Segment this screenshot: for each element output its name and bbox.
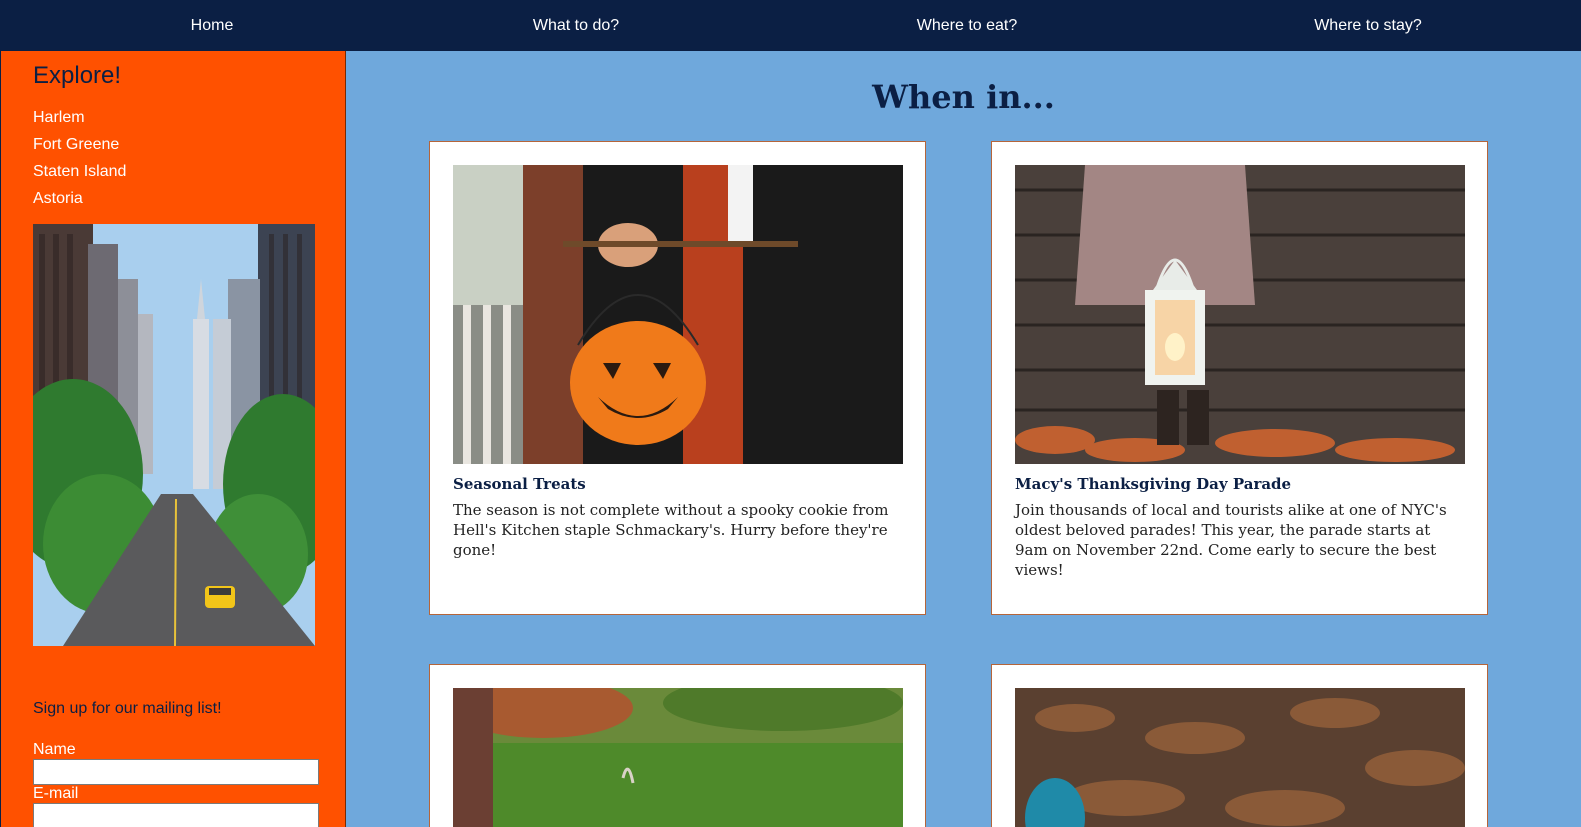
- sidebar: Explore! Harlem Fort Greene Staten Islan…: [0, 51, 346, 827]
- name-field[interactable]: [33, 759, 319, 785]
- card-title: Seasonal Treats: [453, 475, 586, 493]
- nav-what-to-do[interactable]: What to do?: [533, 0, 619, 51]
- city-street-photo: [33, 224, 315, 646]
- nav-where-to-stay[interactable]: Where to stay?: [1314, 0, 1422, 51]
- halloween-pumpkin-bucket-photo: [453, 165, 903, 464]
- card-text: The season is not complete without a spo…: [453, 501, 889, 559]
- card-thanksgiving-parade: Macy's Thanksgiving Day Parade Join thou…: [991, 141, 1488, 615]
- card-park: [429, 664, 926, 827]
- sidebar-link-staten-island[interactable]: Staten Island: [33, 162, 126, 189]
- email-label: E-mail: [33, 785, 79, 802]
- sidebar-link-astoria[interactable]: Astoria: [33, 189, 126, 216]
- card-leaves: [991, 664, 1488, 827]
- park-grass-photo: [453, 688, 903, 827]
- nav-where-to-eat[interactable]: Where to eat?: [917, 0, 1018, 51]
- card-title: Macy's Thanksgiving Day Parade: [1015, 475, 1292, 493]
- fallen-leaves-photo: [1015, 688, 1465, 827]
- name-label: Name: [33, 741, 76, 758]
- sidebar-link-fort-greene[interactable]: Fort Greene: [33, 135, 126, 162]
- top-nav: Home What to do? Where to eat? Where to …: [0, 0, 1581, 51]
- signup-heading: Sign up for our mailing list!: [33, 700, 222, 717]
- sidebar-link-harlem[interactable]: Harlem: [33, 108, 126, 135]
- email-field[interactable]: [33, 803, 319, 827]
- card-text: Join thousands of local and tourists ali…: [1015, 501, 1447, 579]
- page-title: When in...: [872, 78, 1055, 116]
- sidebar-links: Harlem Fort Greene Staten Island Astoria: [33, 108, 126, 216]
- nav-home[interactable]: Home: [191, 0, 234, 51]
- lantern-autumn-leaves-photo: [1015, 165, 1465, 464]
- sidebar-title: Explore!: [33, 62, 122, 89]
- card-seasonal-treats: Seasonal Treats The season is not comple…: [429, 141, 926, 615]
